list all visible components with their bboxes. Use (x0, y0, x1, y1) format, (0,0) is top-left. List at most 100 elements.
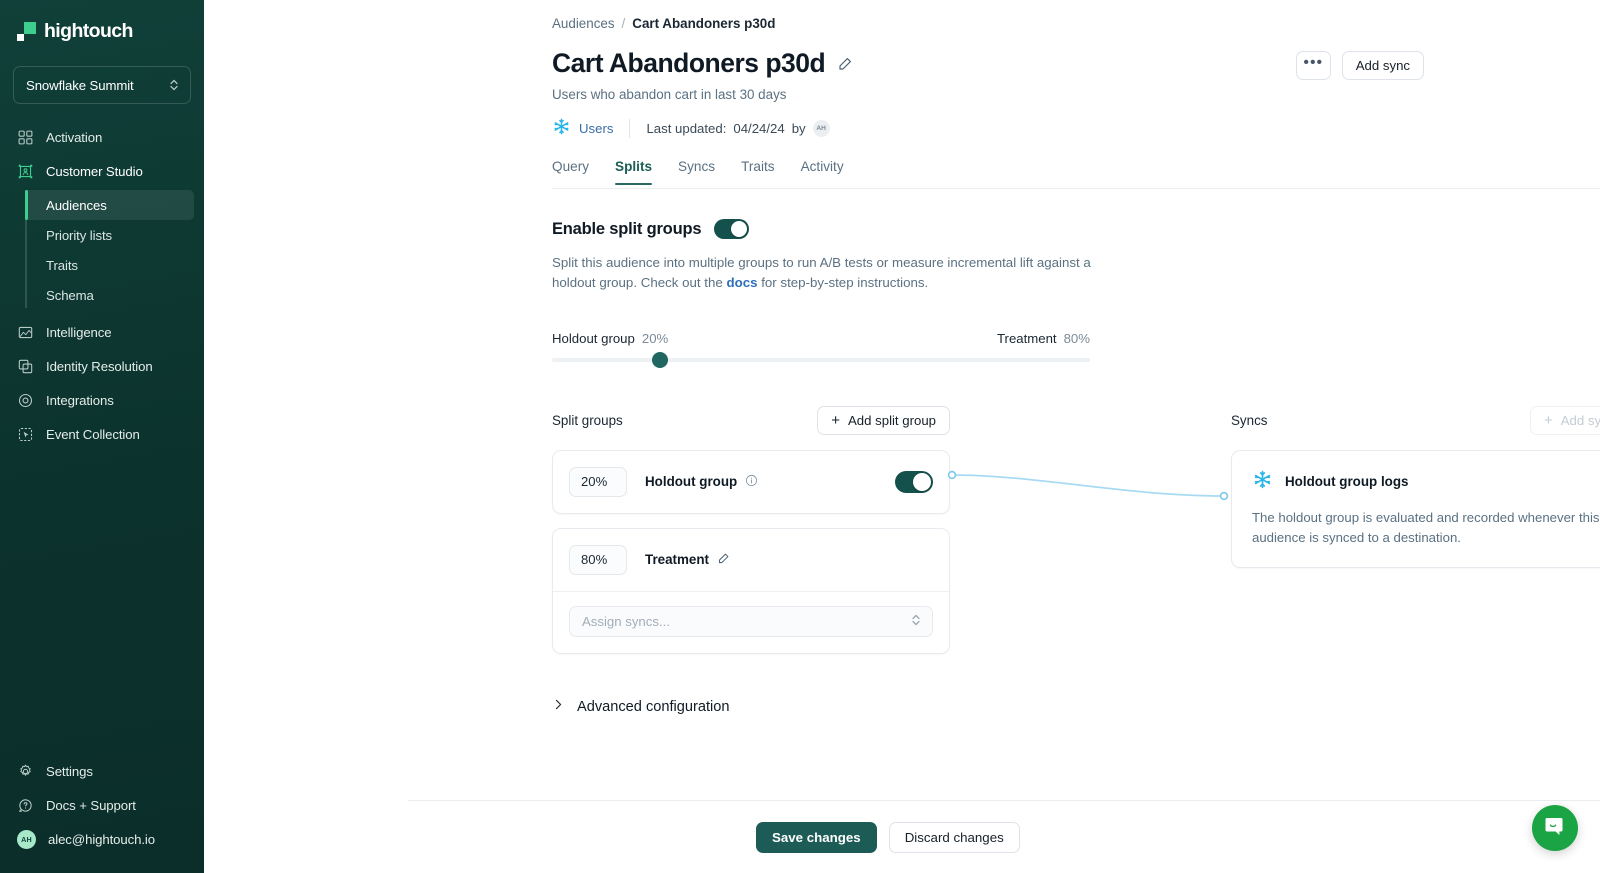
info-icon[interactable] (745, 474, 758, 490)
tab-splits[interactable]: Splits (615, 159, 652, 185)
primary-nav: Activation Customer Studio (0, 120, 204, 451)
event-collection-icon (17, 426, 34, 443)
sidebar-item-traits[interactable]: Traits (28, 250, 194, 280)
sync-card-holdout-logs[interactable]: Holdout group logs The holdout group is … (1231, 450, 1600, 569)
tab-syncs[interactable]: Syncs (678, 159, 715, 185)
pencil-icon[interactable] (717, 552, 730, 568)
sidebar-item-user-account[interactable]: AH alec@hightouch.io (0, 822, 204, 856)
slider-right-value: 80% (1064, 331, 1090, 346)
gear-icon (17, 763, 34, 780)
slider-track[interactable] (552, 358, 1090, 362)
enable-split-groups-toggle[interactable] (714, 219, 749, 239)
chart-area-icon (17, 324, 34, 341)
avatar: AH (17, 830, 36, 849)
brand-name: hightouch (44, 20, 133, 43)
header-actions: ••• Add sync (1296, 51, 1424, 80)
brand-logo[interactable]: hightouch (0, 0, 204, 48)
pencil-icon[interactable] (837, 56, 853, 72)
assign-syncs-wrap: Assign syncs... (553, 592, 949, 653)
advanced-configuration-toggle[interactable]: Advanced configuration (552, 698, 1600, 716)
sidebar-item-priority-lists[interactable]: Priority lists (28, 220, 194, 250)
sidebar: hightouch Snowflake Summit (0, 0, 204, 873)
slider-right-label: Treatment (997, 331, 1057, 346)
holdout-group-label: Holdout group (645, 474, 737, 489)
breadcrumb-parent-link[interactable]: Audiences (552, 16, 615, 31)
sync-card-header: Holdout group logs (1252, 469, 1600, 495)
sidebar-item-integrations[interactable]: Integrations (0, 383, 204, 417)
sidebar-item-label: Integrations (46, 393, 114, 408)
split-group-card-holdout: 20% Holdout group (552, 450, 950, 514)
sync-card-title: Holdout group logs (1285, 474, 1408, 489)
assign-syncs-placeholder: Assign syncs... (582, 614, 670, 629)
sidebar-item-label: Docs + Support (46, 798, 136, 813)
tab-traits[interactable]: Traits (741, 159, 774, 185)
chevron-updown-icon (911, 613, 921, 630)
slider-right: Treatment 80% (997, 331, 1090, 346)
slider-left-value: 20% (642, 331, 668, 346)
sidebar-subitem-label: Priority lists (46, 228, 112, 243)
sidebar-item-label: Settings (46, 764, 93, 779)
holdout-percent-input[interactable]: 20% (569, 467, 627, 497)
sidebar-item-identity-resolution[interactable]: Identity Resolution (0, 349, 204, 383)
by-label: by (792, 121, 806, 136)
sidebar-item-label: Event Collection (46, 427, 140, 442)
app-root: hightouch Snowflake Summit (0, 0, 1600, 873)
slider-left-label: Holdout group (552, 331, 635, 346)
tab-activity[interactable]: Activity (801, 159, 844, 185)
workspace-name: Snowflake Summit (26, 78, 134, 93)
page-description: Users who abandon cart in last 30 days (552, 87, 1600, 102)
holdout-group-toggle[interactable] (895, 471, 933, 493)
column-spacer (950, 406, 1231, 654)
splits-panel: Enable split groups Split this audience … (552, 185, 1600, 716)
syncs-title: Syncs (1231, 413, 1267, 428)
sidebar-item-audiences[interactable]: Audiences (28, 190, 194, 220)
source-link[interactable]: Users (552, 117, 613, 139)
sidebar-subitem-label: Schema (46, 288, 94, 303)
sidebar-item-schema[interactable]: Schema (28, 280, 194, 310)
hightouch-logo-icon (17, 22, 36, 41)
holdout-slider: Holdout group 20% Treatment 80% (552, 331, 1090, 362)
splits-columns: Split groups + Add split group 20% (552, 406, 1600, 654)
split-groups-column: Split groups + Add split group 20% (552, 406, 950, 654)
chevron-right-icon (552, 698, 565, 716)
workspace-selector[interactable]: Snowflake Summit (13, 66, 191, 104)
last-updated-label: Last updated: (646, 121, 726, 136)
tab-query[interactable]: Query (552, 159, 589, 185)
sidebar-item-event-collection[interactable]: Event Collection (0, 417, 204, 451)
slider-left: Holdout group 20% (552, 331, 668, 346)
docs-link[interactable]: docs (726, 275, 757, 290)
sidebar-item-label: Intelligence (46, 325, 112, 340)
sidebar-item-activation[interactable]: Activation (0, 120, 204, 154)
assign-syncs-select[interactable]: Assign syncs... (569, 606, 933, 637)
sidebar-item-settings[interactable]: Settings (0, 754, 204, 788)
last-updated: Last updated: 04/24/24 by AH (646, 120, 829, 137)
slider-thumb[interactable] (652, 352, 668, 368)
sidebar-item-docs-support[interactable]: Docs + Support (0, 788, 204, 822)
user-email: alec@hightouch.io (48, 832, 155, 847)
overflow-menu-button[interactable]: ••• (1296, 51, 1331, 80)
advanced-configuration-label: Advanced configuration (577, 699, 730, 715)
split-groups-header: Split groups + Add split group (552, 406, 950, 436)
meta-divider (629, 119, 630, 138)
sidebar-subitem-label: Traits (46, 258, 78, 273)
sidebar-item-intelligence[interactable]: Intelligence (0, 315, 204, 349)
last-updated-date: 04/24/24 (733, 121, 784, 136)
save-changes-button[interactable]: Save changes (756, 822, 877, 853)
treatment-group-label: Treatment (645, 552, 709, 567)
plus-icon: + (1544, 413, 1553, 428)
add-split-group-button[interactable]: + Add split group (817, 406, 950, 435)
sync-card-description: The holdout group is evaluated and recor… (1252, 508, 1600, 548)
sidebar-item-customer-studio[interactable]: Customer Studio (0, 154, 204, 188)
add-sync-button-disabled[interactable]: + Add sync (1530, 406, 1600, 435)
discard-changes-button[interactable]: Discard changes (889, 822, 1020, 853)
split-group-card-treatment: 80% Treatment (552, 528, 950, 654)
tabs-divider (552, 188, 1600, 189)
chat-launcher-button[interactable] (1532, 805, 1578, 851)
treatment-group-name: Treatment (645, 552, 730, 568)
sidebar-item-label: Activation (46, 130, 102, 145)
add-sync-button[interactable]: Add sync (1342, 51, 1424, 80)
author-avatar: AH (813, 120, 830, 137)
main-content: Audiences / Cart Abandoners p30d Cart Ab… (204, 0, 1600, 873)
treatment-percent-input[interactable]: 80% (569, 545, 627, 575)
holdout-toggle-wrap (895, 471, 933, 493)
